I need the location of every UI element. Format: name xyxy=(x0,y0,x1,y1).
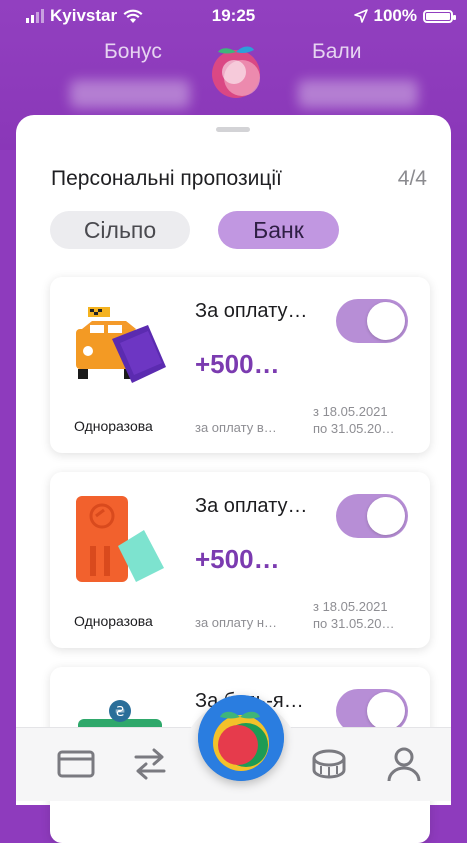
location-arrow-icon xyxy=(353,9,368,23)
coins-icon[interactable] xyxy=(309,744,349,784)
status-right: 100% xyxy=(353,6,456,26)
toggle-knob xyxy=(367,497,405,535)
battery-icon xyxy=(423,9,456,23)
fruit-logo-button[interactable] xyxy=(198,695,284,781)
offer-toggle[interactable] xyxy=(336,299,408,343)
sheet-drag-handle[interactable] xyxy=(216,127,250,132)
bonus-value-blurred xyxy=(70,80,190,108)
offer-description: за оплату в… xyxy=(195,420,277,435)
fruit-logo-icon xyxy=(198,695,284,781)
offer-title: За оплату… xyxy=(195,495,308,517)
profile-icon[interactable] xyxy=(384,744,424,784)
bonus-label: Бонус xyxy=(104,40,162,63)
taxi-card-icon xyxy=(74,299,166,389)
tab-bank[interactable]: Банк xyxy=(218,211,339,249)
transfer-icon[interactable] xyxy=(130,744,170,784)
offer-card[interactable]: За оплату… +500… Одноразова за оплату н…… xyxy=(50,472,430,648)
offer-dates: з 18.05.2021 по 31.05.20… xyxy=(313,403,395,437)
tab-silpo[interactable]: Сільпо xyxy=(50,211,190,249)
offer-date-from: з 18.05.2021 xyxy=(313,599,388,614)
offer-date-from: з 18.05.2021 xyxy=(313,404,388,419)
offer-date-to: по 31.05.20… xyxy=(313,616,395,631)
points-label: Бали xyxy=(312,40,362,63)
app-logo-icon xyxy=(212,46,260,98)
offers-counter: 4/4 xyxy=(397,167,427,190)
offer-title: За оплату… xyxy=(195,300,308,322)
offers-title: Персональні пропозиції xyxy=(51,167,282,190)
offer-kind: Одноразова xyxy=(74,613,153,629)
battery-fill xyxy=(426,12,450,20)
toggle-knob xyxy=(367,302,405,340)
battery-percent: 100% xyxy=(373,6,417,25)
status-bar: Kyivstar 19:25 100% xyxy=(0,6,467,28)
points-value-blurred xyxy=(298,80,418,108)
offer-description: за оплату н… xyxy=(195,615,277,630)
offer-card[interactable]: За оплату… +500… Одноразова за оплату в…… xyxy=(50,277,430,453)
offer-amount: +500… xyxy=(195,349,280,379)
fuel-pump-card-icon xyxy=(74,494,166,584)
svg-text:₴: ₴ xyxy=(115,705,125,720)
offer-kind: Одноразова xyxy=(74,418,153,434)
offer-date-to: по 31.05.20… xyxy=(313,421,395,436)
card-icon[interactable] xyxy=(56,744,96,784)
offer-toggle[interactable] xyxy=(336,494,408,538)
offer-amount: +500… xyxy=(195,544,280,574)
offer-dates: з 18.05.2021 по 31.05.20… xyxy=(313,598,395,632)
toggle-knob xyxy=(367,692,405,730)
